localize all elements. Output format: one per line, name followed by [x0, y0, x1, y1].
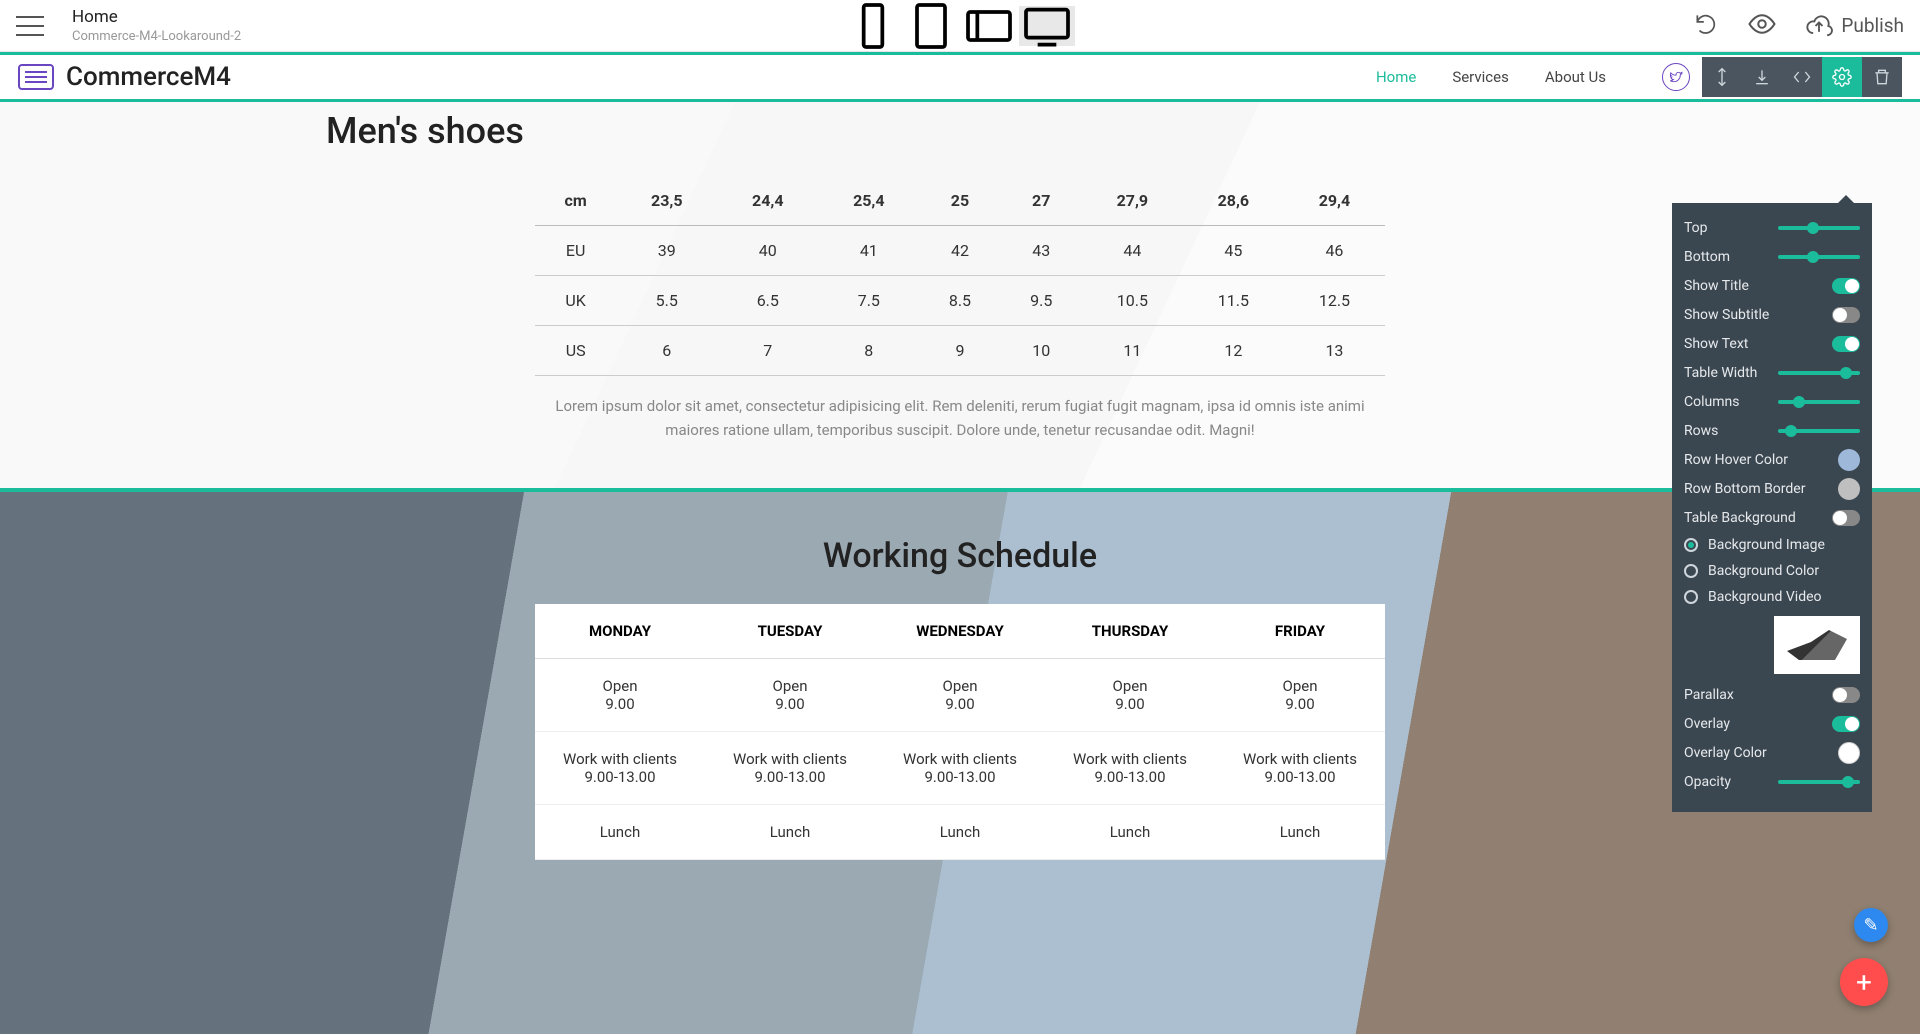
block-settings-panel: Top Bottom Show Title Show Subtitle Show…: [1672, 203, 1872, 812]
label-showtext: Show Text: [1684, 336, 1748, 352]
table-header[interactable]: WEDNESDAY: [875, 604, 1045, 659]
slider-columns[interactable]: [1778, 400, 1860, 404]
table-row[interactable]: Open9.00Open9.00Open9.00Open9.00Open9.00: [535, 659, 1385, 732]
toggle-show-subtitle[interactable]: [1832, 307, 1860, 323]
site-nav: Home Services About Us: [1376, 63, 1690, 91]
radio-bg-image[interactable]: Background Image: [1684, 532, 1860, 558]
device-switcher: [845, 6, 1075, 46]
topbar-right: Publish: [1693, 9, 1904, 43]
project-name: Commerce-M4-Lookaround-2: [72, 29, 241, 44]
table-header[interactable]: TUESDAY: [705, 604, 875, 659]
table-header[interactable]: 25: [919, 176, 1000, 226]
canvas: Men's shoes cm23,524,425,4252727,928,629…: [0, 102, 1920, 1034]
nav-link-home[interactable]: Home: [1376, 68, 1416, 86]
toggle-table-bg[interactable]: [1832, 510, 1860, 526]
cloud-upload-icon: [1805, 12, 1833, 40]
label-columns: Columns: [1684, 394, 1739, 410]
slider-table-width[interactable]: [1778, 371, 1860, 375]
twitter-icon[interactable]: [1662, 63, 1690, 91]
slider-top[interactable]: [1778, 226, 1860, 230]
table-header[interactable]: MONDAY: [535, 604, 705, 659]
shoe-size-table[interactable]: cm23,524,425,4252727,928,629,4 EU3940414…: [535, 176, 1385, 376]
label-bottom: Bottom: [1684, 249, 1730, 265]
breadcrumb: Home Commerce-M4-Lookaround-2: [72, 7, 241, 44]
label-showtitle: Show Title: [1684, 278, 1749, 294]
table-header[interactable]: 25,4: [818, 176, 919, 226]
slider-bottom[interactable]: [1778, 255, 1860, 259]
color-row-border[interactable]: [1838, 478, 1860, 500]
color-row-hover[interactable]: [1838, 449, 1860, 471]
bg-image-thumbnail[interactable]: [1774, 616, 1860, 674]
page-title: Home: [72, 7, 241, 27]
section-shoe-table[interactable]: Men's shoes cm23,524,425,4252727,928,629…: [0, 102, 1920, 488]
table-header[interactable]: THURSDAY: [1045, 604, 1215, 659]
table-header[interactable]: 23,5: [616, 176, 717, 226]
menu-icon[interactable]: [16, 16, 44, 36]
label-overlaycolor: Overlay Color: [1684, 745, 1767, 761]
device-mobile-button[interactable]: [845, 6, 901, 46]
table-header[interactable]: 28,6: [1183, 176, 1284, 226]
table-header[interactable]: 24,4: [717, 176, 818, 226]
nav-link-about[interactable]: About Us: [1545, 68, 1606, 86]
table-row[interactable]: LunchLunchLunchLunchLunch: [535, 805, 1385, 860]
label-tablewidth: Table Width: [1684, 365, 1757, 381]
label-overlay: Overlay: [1684, 716, 1730, 732]
table-header[interactable]: 27: [1001, 176, 1082, 226]
site-header: CommerceM4 Home Services About Us: [0, 52, 1920, 102]
publish-button[interactable]: Publish: [1805, 12, 1904, 40]
radio-bg-color[interactable]: Background Color: [1684, 558, 1860, 584]
table-header[interactable]: FRIDAY: [1215, 604, 1385, 659]
brand-text[interactable]: CommerceM4: [66, 62, 231, 92]
table-row[interactable]: UK5.56.57.58.59.510.511.512.5: [535, 276, 1385, 326]
toggle-show-title[interactable]: [1832, 278, 1860, 294]
app-topbar: Home Commerce-M4-Lookaround-2 Publish: [0, 0, 1920, 52]
slider-rows[interactable]: [1778, 429, 1860, 433]
section2-title[interactable]: Working Schedule: [823, 536, 1097, 576]
device-tablet-landscape-button[interactable]: [961, 6, 1017, 46]
toggle-parallax[interactable]: [1832, 687, 1860, 703]
label-opacity: Opacity: [1684, 774, 1731, 790]
label-showsubtitle: Show Subtitle: [1684, 307, 1769, 323]
toggle-overlay[interactable]: [1832, 716, 1860, 732]
table-row[interactable]: Work with clients9.00-13.00Work with cli…: [535, 732, 1385, 805]
table-row[interactable]: EU3940414243444546: [535, 226, 1385, 276]
nav-link-services[interactable]: Services: [1452, 68, 1509, 86]
slider-opacity[interactable]: [1778, 780, 1860, 784]
undo-icon[interactable]: [1693, 11, 1719, 41]
label-rowhover: Row Hover Color: [1684, 452, 1788, 468]
label-rows: Rows: [1684, 423, 1718, 439]
brand-logo-icon: [18, 64, 54, 90]
label-top: Top: [1684, 220, 1708, 236]
settings-gear-icon[interactable]: [1822, 57, 1862, 97]
device-tablet-portrait-button[interactable]: [903, 6, 959, 46]
label-tablebg: Table Background: [1684, 510, 1796, 526]
move-block-icon[interactable]: [1702, 57, 1742, 97]
section1-title[interactable]: Men's shoes: [326, 110, 524, 152]
table-row[interactable]: US678910111213: [535, 326, 1385, 376]
code-block-icon[interactable]: [1782, 57, 1822, 97]
add-block-fab-icon[interactable]: +: [1840, 958, 1888, 1006]
section1-text[interactable]: Lorem ipsum dolor sit amet, consectetur …: [530, 394, 1390, 442]
table-header[interactable]: cm: [535, 176, 616, 226]
color-overlay[interactable]: [1838, 742, 1860, 764]
style-fab-icon[interactable]: ✎: [1854, 908, 1888, 942]
table-header[interactable]: 27,9: [1082, 176, 1183, 226]
device-desktop-button[interactable]: [1019, 6, 1075, 46]
publish-label: Publish: [1841, 14, 1904, 37]
delete-block-icon[interactable]: [1862, 57, 1902, 97]
radio-bg-video[interactable]: Background Video: [1684, 584, 1860, 610]
toggle-show-text[interactable]: [1832, 336, 1860, 352]
label-rowborder: Row Bottom Border: [1684, 481, 1805, 497]
block-toolbar: [1702, 57, 1902, 97]
preview-eye-icon[interactable]: [1747, 9, 1777, 43]
table-header[interactable]: 29,4: [1284, 176, 1385, 226]
schedule-table[interactable]: MONDAYTUESDAYWEDNESDAYTHURSDAYFRIDAY Ope…: [535, 604, 1385, 860]
label-parallax: Parallax: [1684, 687, 1734, 703]
download-block-icon[interactable]: [1742, 57, 1782, 97]
section-schedule[interactable]: Working Schedule MONDAYTUESDAYWEDNESDAYT…: [0, 488, 1920, 1034]
